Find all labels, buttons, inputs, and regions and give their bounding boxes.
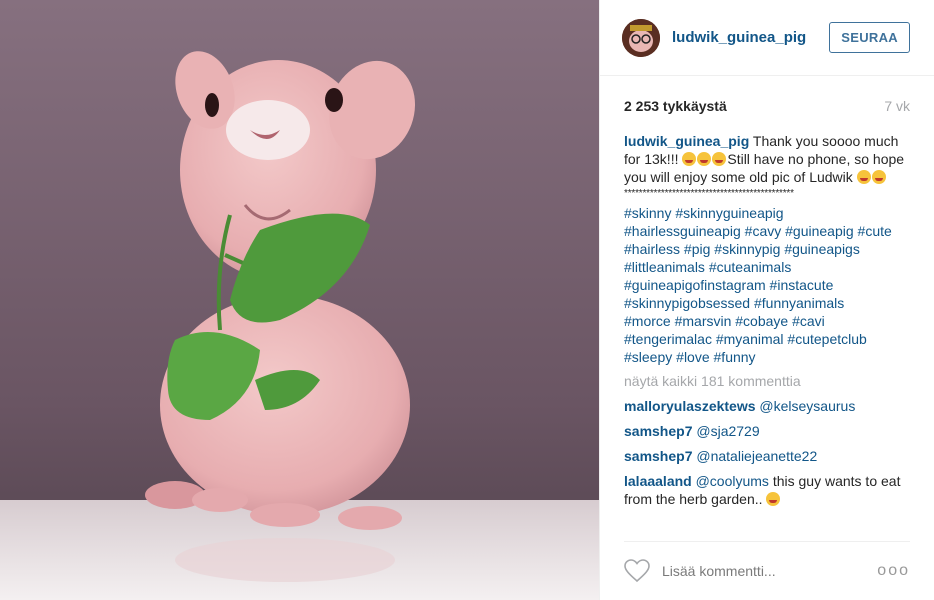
comment-username[interactable]: samshep7 [624,448,692,464]
kiss-emoji-icon [697,152,712,166]
sweat-smile-emoji-icon [871,170,886,184]
comment-username[interactable]: lalaaaland [624,473,692,489]
caption-divider: ****************************************… [624,188,794,199]
hashtag-link[interactable]: #cuteanimals [709,259,792,275]
hashtag-link[interactable]: #guineapigofinstagram [624,277,766,293]
hashtag-link[interactable]: #love [676,349,709,365]
avatar-image [622,18,660,57]
post-photo[interactable] [0,0,599,600]
hashtag-link[interactable]: #skinnypig [714,241,780,257]
grin-emoji-icon [856,170,871,184]
kiss-emoji-icon [712,152,727,166]
hashtag-link[interactable]: #cavy [745,223,782,239]
hashtag-link[interactable]: #cobaye [735,313,788,329]
post-age[interactable]: 7 vk [884,98,910,114]
comment-mention[interactable]: @kelseysaurus [759,398,855,414]
caption-username[interactable]: ludwik_guinea_pig [624,133,749,149]
hashtag-link[interactable]: #guineapig [785,223,854,239]
follow-button[interactable]: SEURAA [829,22,910,53]
comment-item: lalaaaland @coolyums this guy wants to e… [624,472,910,508]
hashtag-link[interactable]: #skinnypigobsessed [624,295,750,311]
hashtag-link[interactable]: #funny [714,349,756,365]
post-sidebar: ludwik_guinea_pig SEURAA 2 253 tykkäystä… [599,0,934,600]
hashtag-link[interactable]: #cute [858,223,892,239]
kiss-emoji-icon [682,152,697,166]
hashtag-list: #skinny #skinnyguineapig #hairlessguinea… [624,204,910,366]
hashtag-link[interactable]: #tengerimalac [624,331,712,347]
hashtag-link[interactable]: #cutepetclub [787,331,866,347]
hashtag-link[interactable]: #instacute [770,277,834,293]
comment-item: samshep7 @sja2729 [624,422,910,440]
hashtag-link[interactable]: #hairlessguineapig [624,223,741,239]
wink-tongue-emoji-icon [766,492,781,506]
add-comment-input[interactable]: Lisää kommentti... [662,563,877,579]
ellipsis-icon[interactable]: ooo [877,562,910,580]
hashtag-link[interactable]: #funnyanimals [754,295,844,311]
comment-mention[interactable]: @nataliejeanette22 [696,448,817,464]
post-footer: Lisää kommentti... ooo [624,541,910,600]
comments-section: ludwik_guinea_pig Thank you soooo much f… [600,114,934,508]
hashtag-link[interactable]: #pig [684,241,710,257]
view-all-comments-link[interactable]: näytä kaikki 181 kommenttia [624,372,910,390]
comment-username[interactable]: samshep7 [624,423,692,439]
post-stats: 2 253 tykkäystä 7 vk [600,76,934,114]
post-header: ludwik_guinea_pig SEURAA [600,0,934,76]
guinea-pig-photo [0,0,599,600]
hashtag-link[interactable]: #skinnyguineapig [675,205,783,221]
hashtag-link[interactable]: #littleanimals [624,259,705,275]
hashtag-link[interactable]: #sleepy [624,349,672,365]
caption: ludwik_guinea_pig Thank you soooo much f… [624,132,910,366]
hashtag-link[interactable]: #cavi [792,313,825,329]
comment-mention[interactable]: @sja2729 [696,423,759,439]
hashtag-link[interactable]: #hairless [624,241,680,257]
comment-item: samshep7 @nataliejeanette22 [624,447,910,465]
hashtag-link[interactable]: #myanimal [716,331,784,347]
hashtag-link[interactable]: #marsvin [675,313,732,329]
heart-outline-icon[interactable] [624,559,650,583]
hashtag-link[interactable]: #morce [624,313,671,329]
post-view: ludwik_guinea_pig SEURAA 2 253 tykkäystä… [0,0,934,600]
avatar[interactable] [622,18,660,57]
comment-item: malloryulaszektews @kelseysaurus [624,397,910,415]
hashtag-link[interactable]: #guineapigs [784,241,860,257]
hashtag-link[interactable]: #skinny [624,205,671,221]
likes-count[interactable]: 2 253 tykkäystä [624,98,727,114]
username-link[interactable]: ludwik_guinea_pig [672,29,829,46]
comment-mention[interactable]: @coolyums [696,473,769,489]
comment-username[interactable]: malloryulaszektews [624,398,756,414]
